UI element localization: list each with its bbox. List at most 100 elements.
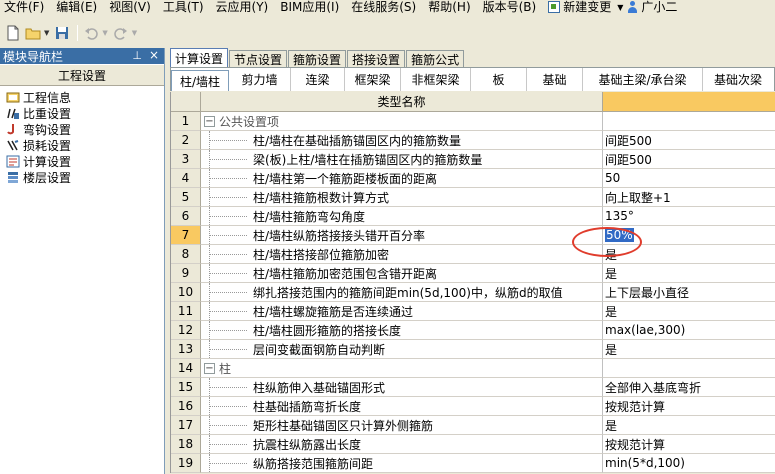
table-row[interactable]: 15 柱纵筋伸入基础锚固形式 全部伸入基底弯折	[171, 378, 775, 397]
open-folder-button[interactable]	[24, 24, 42, 42]
tree-line	[209, 169, 210, 187]
dropdown-arrow-icon[interactable]: ▼	[617, 3, 627, 12]
row-value-cell[interactable]: 是	[603, 416, 775, 435]
menu-help[interactable]: 帮助(H)	[422, 0, 476, 14]
table-row[interactable]: 7 柱/墙柱纵筋搭接接头错开百分率 50%	[171, 226, 775, 245]
row-value-cell[interactable]: 是	[603, 340, 775, 359]
nav-item-calc[interactable]: 计算设置	[0, 153, 164, 169]
close-icon[interactable]: ×	[149, 48, 159, 62]
table-row[interactable]: 9 柱/墙柱箍筋加密范围包含错开距离 是	[171, 264, 775, 283]
collapse-toggle-icon[interactable]: −	[204, 115, 215, 127]
menu-cloud[interactable]: 云应用(Y)	[210, 0, 275, 14]
table-row[interactable]: 13 层间变截面钢筋自动判断 是	[171, 340, 775, 359]
table-row[interactable]: 8 柱/墙柱搭接部位箍筋加密是	[171, 245, 775, 264]
tab-stirrup-settings[interactable]: 箍筋设置	[288, 50, 347, 67]
row-value-cell[interactable]: 是	[603, 302, 775, 321]
row-value-cell[interactable]: 按规范计算	[603, 397, 775, 416]
nav-item-project-info[interactable]: 工程信息	[0, 89, 164, 105]
menu-edit[interactable]: 编辑(E)	[50, 0, 103, 14]
tab-foundation-main-beam[interactable]: 基础主梁/承台梁	[583, 68, 703, 91]
menu-version[interactable]: 版本号(B)	[477, 0, 543, 14]
row-value-cell[interactable]: 向上取整+1	[603, 188, 775, 207]
table-row[interactable]: 10 绑扎搭接范围内的箍筋间距min(5d,100)中，纵筋d的取值 上下层最小直径	[171, 283, 775, 302]
tree-line	[209, 340, 210, 358]
menu-online-service[interactable]: 在线服务(S)	[345, 0, 422, 14]
row-value-cell[interactable]: max(lae,300)	[603, 321, 775, 340]
redo-button[interactable]	[112, 24, 130, 42]
redo-dropdown-icon[interactable]: ▼	[132, 29, 137, 37]
table-row[interactable]: 5 柱/墙柱箍筋根数计算方式 向上取整+1	[171, 188, 775, 207]
row-name-text: 柱/墙柱在基础插筋锚固区内的箍筋数量	[253, 133, 462, 148]
table-row[interactable]: 4 柱/墙柱第一个箍筋距楼板面的距离 50	[171, 169, 775, 188]
tree-line	[209, 150, 210, 168]
row-value-cell[interactable]: 135°	[603, 207, 775, 226]
table-row[interactable]: 6 柱/墙柱箍筋弯勾角度 135°	[171, 207, 775, 226]
pin-icon[interactable]: ⊥	[132, 49, 142, 62]
tab-node-settings[interactable]: 节点设置	[229, 50, 288, 67]
table-row[interactable]: 12 柱/墙柱圆形箍筋的搭接长度 max(lae,300)	[171, 321, 775, 340]
tree-branch	[209, 329, 247, 331]
table-row[interactable]: 18 抗震柱纵筋露出长度 按规范计算	[171, 435, 775, 454]
table-row[interactable]: 14− 柱	[171, 359, 775, 378]
new-file-button[interactable]	[4, 24, 22, 42]
main-area: 计算设置 节点设置 箍筋设置 搭接设置 箍筋公式 柱/墙柱 剪力墙 连梁 框架梁…	[170, 48, 775, 474]
row-number: 5	[171, 188, 201, 207]
row-value-cell[interactable]: 间距500	[603, 150, 775, 169]
table-row[interactable]: 1− 公共设置项	[171, 112, 775, 131]
table-row[interactable]: 17 矩形柱基础锚固区只计算外侧箍筋 是	[171, 416, 775, 435]
menu-tools[interactable]: 工具(T)	[157, 0, 210, 14]
row-value-cell[interactable]: 是	[603, 264, 775, 283]
tab-coupling-beam[interactable]: 连梁	[291, 68, 345, 91]
tab-slab[interactable]: 板	[471, 68, 527, 91]
row-number: 1	[171, 112, 201, 131]
grid-body: 1− 公共设置项 2 柱/墙柱在基础插筋锚固区内的箍筋数量 间距500 3 梁(板)上柱/墙…	[171, 112, 775, 473]
row-value-cell[interactable]: 上下层最小直径	[603, 283, 775, 302]
row-name-cell: − 柱	[201, 359, 603, 378]
undo-dropdown-icon[interactable]: ▼	[102, 29, 107, 37]
table-row[interactable]: 19 纵筋搭接范围箍筋间距 min(5*d,100)	[171, 454, 775, 473]
tab-foundation[interactable]: 基础	[527, 68, 583, 91]
menu-file[interactable]: 文件(F)	[0, 0, 50, 14]
open-dropdown-icon[interactable]: ▼	[44, 29, 49, 37]
menu-bim[interactable]: BIM应用(I)	[274, 0, 345, 14]
tab-shear-wall[interactable]: 剪力墙	[229, 68, 291, 91]
row-value-cell[interactable]: 间距500	[603, 131, 775, 150]
table-row[interactable]: 3 梁(板)上柱/墙柱在插筋锚固区内的箍筋数量 间距500	[171, 150, 775, 169]
row-number: 14	[171, 359, 201, 378]
tab-foundation-secondary-beam[interactable]: 基础次梁	[703, 68, 773, 91]
row-value-cell[interactable]: min(5*d,100)	[603, 454, 775, 473]
tree-branch	[209, 158, 247, 160]
nav-item-floor[interactable]: 楼层设置	[0, 169, 164, 185]
undo-button[interactable]	[82, 24, 100, 42]
undo-icon	[85, 28, 99, 40]
save-button[interactable]	[53, 24, 71, 42]
tab-lap-settings[interactable]: 搭接设置	[347, 50, 406, 67]
nav-item-density[interactable]: 比重设置	[0, 105, 164, 121]
table-row[interactable]: 2 柱/墙柱在基础插筋锚固区内的箍筋数量 间距500	[171, 131, 775, 150]
nav-item-loss[interactable]: 损耗设置	[0, 137, 164, 153]
collapse-toggle-icon[interactable]: −	[204, 362, 215, 374]
row-number: 4	[171, 169, 201, 188]
table-row[interactable]: 16 柱基础插筋弯折长度 按规范计算	[171, 397, 775, 416]
tab-stirrup-formula[interactable]: 箍筋公式	[406, 50, 465, 67]
tab-frame-beam[interactable]: 框架梁	[345, 68, 401, 91]
panel-header[interactable]: 工程设置	[0, 64, 164, 86]
row-number: 2	[171, 131, 201, 150]
tab-calc-settings[interactable]: 计算设置	[170, 48, 229, 67]
menu-new-change[interactable]: 新建变更	[542, 0, 617, 14]
row-value-cell[interactable]: 按规范计算	[603, 435, 775, 454]
table-row[interactable]: 11 柱/墙柱螺旋箍筋是否连续通过 是	[171, 302, 775, 321]
nav-item-hook[interactable]: 弯钩设置	[0, 121, 164, 137]
nav-item-label: 比重设置	[23, 106, 72, 121]
menu-view[interactable]: 视图(V)	[103, 0, 157, 14]
tab-non-frame-beam[interactable]: 非框架梁	[401, 68, 471, 91]
menu-assistant[interactable]: 广小二	[627, 0, 683, 14]
nav-list: 工程信息 比重设置 弯钩设置 损耗设置 计算设置 楼层设置	[0, 86, 164, 185]
tab-column[interactable]: 柱/墙柱	[171, 70, 229, 91]
tree-branch	[209, 253, 247, 255]
row-value-cell[interactable]: 全部伸入基底弯折	[603, 378, 775, 397]
row-name-text: 柱/墙柱搭接部位箍筋加密	[253, 247, 390, 262]
row-value-cell[interactable]: 50	[603, 169, 775, 188]
row-name-cell: 柱/墙柱搭接部位箍筋加密	[201, 245, 603, 264]
row-number: 12	[171, 321, 201, 340]
